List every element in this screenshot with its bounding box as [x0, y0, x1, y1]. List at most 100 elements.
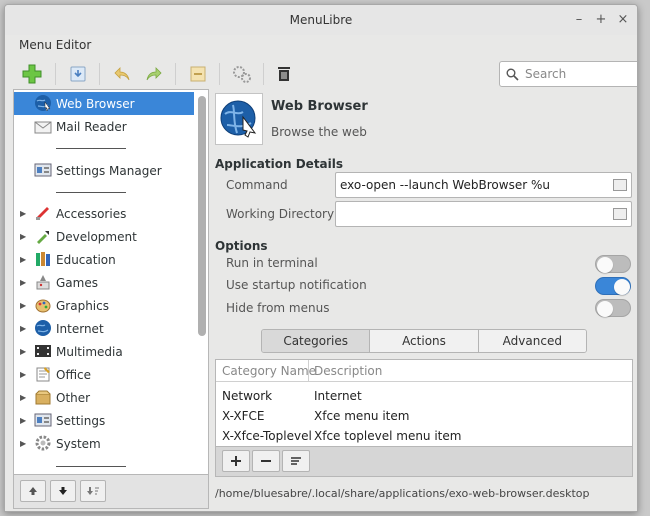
description-cell: Xfce menu item: [314, 409, 410, 423]
add-button[interactable]: [19, 61, 45, 87]
undo-button[interactable]: [109, 61, 135, 87]
internet-icon: [35, 320, 51, 336]
arrow-down-icon: [59, 487, 67, 495]
toolbar: Search: [13, 57, 637, 91]
app-icon-button[interactable]: [215, 93, 263, 145]
separator: [56, 192, 126, 193]
sidebar-item-other[interactable]: ▶ Other: [14, 386, 194, 409]
sidebar-item-office[interactable]: ▶ Office: [14, 363, 194, 386]
sidebar-item-system[interactable]: ▶ System: [14, 432, 194, 455]
browse-icon[interactable]: [613, 208, 627, 220]
redo-button[interactable]: [141, 61, 167, 87]
expander-icon[interactable]: ▶: [20, 324, 26, 333]
menu-editor-menu[interactable]: Menu Editor: [19, 38, 91, 52]
application-details-heading: Application Details: [215, 157, 344, 171]
table-row[interactable]: X-Xfce-Toplevel Xfce toplevel menu item: [216, 426, 632, 446]
expander-icon[interactable]: ▶: [20, 370, 26, 379]
sidebar-item-graphics[interactable]: ▶ Graphics: [14, 294, 194, 317]
sidebar-item-web-browser[interactable]: Web Browser: [14, 92, 194, 115]
table-row[interactable]: Network Internet: [216, 386, 632, 406]
gears-icon: [233, 66, 251, 83]
sidebar-item-multimedia[interactable]: ▶ Multimedia: [14, 340, 194, 363]
expander-icon[interactable]: ▶: [20, 416, 26, 425]
sidebar-item-label: Mail Reader: [56, 119, 127, 134]
hide-from-menus-label: Hide from menus: [226, 301, 330, 315]
add-category-button[interactable]: [222, 450, 250, 472]
sidebar-item-internet[interactable]: ▶ Internet: [14, 317, 194, 340]
move-up-button[interactable]: [20, 480, 46, 502]
command-value: exo-open --launch WebBrowser %u: [340, 178, 550, 192]
save-icon: [70, 66, 86, 82]
tab-actions[interactable]: Actions: [370, 330, 479, 352]
sidebar-footer: [13, 475, 209, 509]
browse-icon[interactable]: [613, 179, 627, 191]
sort-button[interactable]: [80, 480, 106, 502]
sidebar-item-label: Accessories: [56, 206, 127, 221]
tab-advanced[interactable]: Advanced: [478, 330, 586, 352]
revert-icon: [190, 66, 206, 82]
expander-icon[interactable]: ▶: [20, 255, 26, 264]
sidebar-item-label: Other: [56, 390, 91, 405]
test-launcher-button[interactable]: [229, 61, 255, 87]
revert-button[interactable]: [185, 61, 211, 87]
description-cell: Internet: [314, 389, 362, 403]
working-directory-field[interactable]: [335, 201, 632, 227]
close-button[interactable]: ×: [617, 5, 629, 35]
sidebar-item-development[interactable]: ▶ Development: [14, 225, 194, 248]
move-down-button[interactable]: [50, 480, 76, 502]
minimize-button[interactable]: –: [573, 5, 585, 35]
menubar: Menu Editor: [19, 35, 91, 55]
file-path-status: /home/bluesabre/.local/share/application…: [215, 487, 590, 500]
expander-icon[interactable]: ▶: [20, 393, 26, 402]
expander-icon[interactable]: ▶: [20, 209, 26, 218]
app-comment[interactable]: Browse the web: [271, 125, 367, 139]
expander-icon[interactable]: ▶: [20, 347, 26, 356]
tab-categories[interactable]: Categories: [262, 330, 371, 352]
expander-icon[interactable]: ▶: [20, 278, 26, 287]
command-field[interactable]: exo-open --launch WebBrowser %u: [335, 172, 632, 198]
settings-manager-icon: [34, 163, 52, 177]
column-header-category[interactable]: Category Name: [222, 364, 316, 378]
accessories-icon: [36, 207, 49, 220]
search-input[interactable]: Search: [499, 61, 637, 87]
expander-icon[interactable]: ▶: [20, 439, 26, 448]
graphics-icon: [35, 299, 51, 313]
sidebar-item-settings-manager[interactable]: Settings Manager: [14, 159, 194, 182]
delete-button[interactable]: [271, 61, 297, 87]
sidebar-item-label: Games: [56, 275, 98, 290]
table-row[interactable]: X-XFCE Xfce menu item: [216, 406, 632, 426]
save-button[interactable]: [65, 61, 91, 87]
mail-icon: [34, 121, 52, 134]
title-bar: MenuLibre – + ×: [5, 5, 637, 35]
sidebar-item-settings[interactable]: ▶ Settings: [14, 409, 194, 432]
expander-icon[interactable]: ▶: [20, 301, 26, 310]
startup-notification-label: Use startup notification: [226, 278, 367, 292]
web-browser-icon: [220, 100, 257, 138]
sidebar-item-games[interactable]: ▶ Games: [14, 271, 194, 294]
sidebar-item-label: Development: [56, 229, 137, 244]
sidebar-item-label: Education: [56, 252, 116, 267]
sidebar-item-mail-reader[interactable]: Mail Reader: [14, 115, 194, 138]
app-name[interactable]: Web Browser: [271, 99, 368, 114]
sidebar-item-label: System: [56, 436, 101, 451]
arrow-up-icon: [29, 487, 37, 495]
sidebar-item-education[interactable]: ▶ Education: [14, 248, 194, 271]
column-header-description[interactable]: Description: [314, 364, 382, 378]
multimedia-icon: [35, 345, 51, 357]
maximize-button[interactable]: +: [595, 5, 607, 35]
tab-bar: Categories Actions Advanced: [261, 329, 587, 353]
undo-icon: [114, 67, 130, 81]
run-in-terminal-label: Run in terminal: [226, 256, 318, 270]
sidebar-item-accessories[interactable]: ▶ Accessories: [14, 202, 194, 225]
clear-categories-button[interactable]: [282, 450, 310, 472]
other-icon: [35, 390, 51, 405]
expander-icon[interactable]: ▶: [20, 232, 26, 241]
categories-footer: [215, 447, 633, 477]
redo-icon: [146, 67, 162, 81]
run-in-terminal-toggle[interactable]: [595, 255, 631, 273]
startup-notification-toggle[interactable]: [595, 277, 631, 295]
sidebar-item-label: Settings: [56, 413, 106, 428]
remove-category-button[interactable]: [252, 450, 280, 472]
hide-from-menus-toggle[interactable]: [595, 299, 631, 317]
sidebar-scrollbar[interactable]: [198, 96, 206, 336]
